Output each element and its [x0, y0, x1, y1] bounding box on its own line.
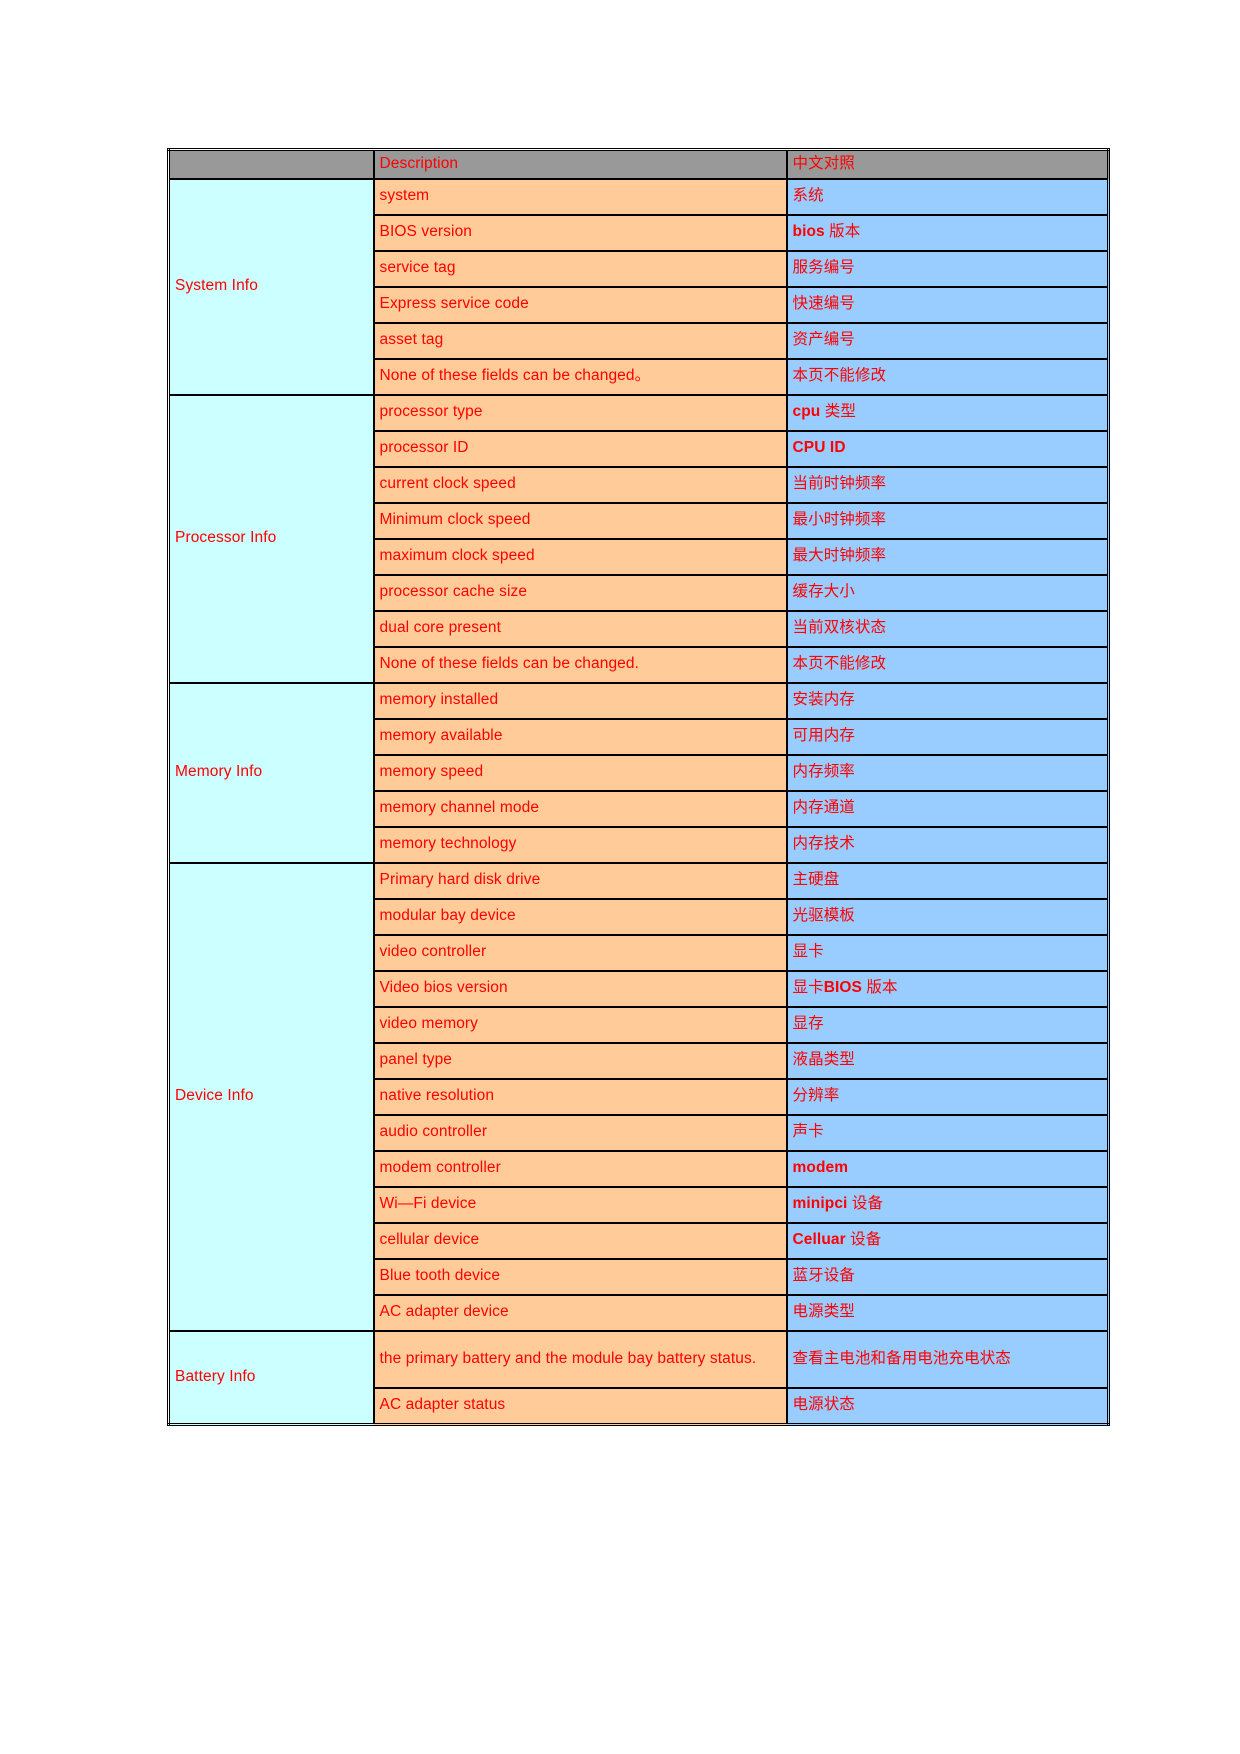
chinese-translation-cell: modem: [785, 1150, 1110, 1188]
latin-term: modem: [792, 1159, 849, 1177]
category-cell: Processor Info: [167, 394, 375, 684]
description-cell: None of these fields can be changed。: [372, 358, 788, 396]
table-row: Processor Info processor type cpu 类型: [167, 394, 1110, 684]
chinese-translation-cell: 快速编号: [785, 286, 1110, 324]
chinese-translation-cell: 最小时钟频率: [785, 502, 1110, 540]
chinese-translation-cell: 内存通道: [785, 790, 1110, 828]
chinese-translation-cell: 显卡: [785, 934, 1110, 972]
latin-term: CPU ID: [792, 439, 846, 457]
description-cell: Express service code: [372, 286, 788, 324]
latin-term: BIOS: [823, 979, 862, 997]
description-cell: audio controller: [372, 1114, 788, 1152]
chinese-translation-cell: 安装内存: [785, 682, 1110, 720]
chinese-translation-cell: CPU ID: [785, 430, 1110, 468]
bios-info-table-wrapper: Description 中文对照 System Info system 系统 BIOS v…: [167, 148, 1110, 1426]
chinese-translation-cell: 电源状态: [785, 1387, 1110, 1426]
description-cell: Primary hard disk drive: [372, 862, 788, 900]
description-cell: modular bay device: [372, 898, 788, 936]
description-cell: modem controller: [372, 1150, 788, 1188]
description-cell: None of these fields can be changed.: [372, 646, 788, 684]
description-cell: maximum clock speed: [372, 538, 788, 576]
chinese-translation-cell: 显存: [785, 1006, 1110, 1044]
description-cell: Video bios version: [372, 970, 788, 1008]
document-page: Description 中文对照 System Info system 系统 BIOS v…: [0, 0, 1240, 1754]
chinese-translation-cell: minipci 设备: [785, 1186, 1110, 1224]
description-cell: video controller: [372, 934, 788, 972]
chinese-translation-cell: 本页不能修改: [785, 646, 1110, 684]
description-cell: native resolution: [372, 1078, 788, 1116]
chinese-translation-cell: 本页不能修改: [785, 358, 1110, 396]
latin-term: bios: [792, 223, 825, 241]
description-cell: memory installed: [372, 682, 788, 720]
table-row: System Info system 系统: [167, 178, 1110, 396]
latin-term: Celluar: [792, 1231, 846, 1249]
chinese-translation-cell: 可用内存: [785, 718, 1110, 756]
chinese-translation-cell: 缓存大小: [785, 574, 1110, 612]
category-cell: Device Info: [167, 862, 375, 1332]
description-cell: video memory: [372, 1006, 788, 1044]
bios-info-table: Description 中文对照 System Info system 系统 BIOS v…: [167, 148, 1110, 1426]
latin-term: minipci: [792, 1195, 848, 1213]
description-cell: the primary battery and the module bay b…: [372, 1330, 788, 1389]
table-header-row: Description 中文对照: [167, 148, 1110, 180]
chinese-translation-cell: 服务编号: [785, 250, 1110, 288]
table-row: Memory Info memory installed 安装内存: [167, 682, 1110, 864]
table-row: Device Info Primary hard disk drive 主硬盘: [167, 862, 1110, 1332]
latin-term: cpu: [792, 403, 821, 421]
description-cell: asset tag: [372, 322, 788, 360]
chinese-translation-cell: 当前双核状态: [785, 610, 1110, 648]
description-cell: Blue tooth device: [372, 1258, 788, 1296]
chinese-translation-cell: 蓝牙设备: [785, 1258, 1110, 1296]
description-cell: panel type: [372, 1042, 788, 1080]
chinese-translation-cell: bios 版本: [785, 214, 1110, 252]
description-cell: service tag: [372, 250, 788, 288]
description-cell: dual core present: [372, 610, 788, 648]
description-cell: current clock speed: [372, 466, 788, 504]
category-cell: System Info: [167, 178, 375, 396]
chinese-translation-cell: 显卡BIOS 版本: [785, 970, 1110, 1008]
header-cell-blank: [167, 148, 375, 180]
chinese-translation-cell: 内存技术: [785, 826, 1110, 864]
chinese-translation-cell: 当前时钟频率: [785, 466, 1110, 504]
description-cell: memory speed: [372, 754, 788, 792]
chinese-translation-cell: 光驱模板: [785, 898, 1110, 936]
chinese-translation-cell: 查看主电池和备用电池充电状态: [785, 1330, 1110, 1389]
table-row: Battery Info the primary battery and the …: [167, 1330, 1110, 1426]
description-cell: AC adapter status: [372, 1387, 788, 1426]
chinese-translation-cell: 液晶类型: [785, 1042, 1110, 1080]
chinese-translation-cell: 最大时钟频率: [785, 538, 1110, 576]
header-cell-description: Description: [372, 148, 788, 180]
description-cell: memory technology: [372, 826, 788, 864]
chinese-translation-cell: 主硬盘: [785, 862, 1110, 900]
description-cell: processor cache size: [372, 574, 788, 612]
description-cell: processor type: [372, 394, 788, 432]
description-cell: system: [372, 178, 788, 216]
category-cell: Memory Info: [167, 682, 375, 864]
description-cell: AC adapter device: [372, 1294, 788, 1332]
header-cell-chinese: 中文对照: [785, 148, 1110, 180]
chinese-translation-cell: 声卡: [785, 1114, 1110, 1152]
description-cell: memory channel mode: [372, 790, 788, 828]
description-cell: processor ID: [372, 430, 788, 468]
chinese-translation-cell: 资产编号: [785, 322, 1110, 360]
description-cell: BIOS version: [372, 214, 788, 252]
chinese-translation-cell: cpu 类型: [785, 394, 1110, 432]
chinese-translation-cell: 电源类型: [785, 1294, 1110, 1332]
chinese-translation-cell: 内存频率: [785, 754, 1110, 792]
chinese-translation-cell: 分辨率: [785, 1078, 1110, 1116]
category-cell: Battery Info: [167, 1330, 375, 1426]
chinese-translation-cell: Celluar 设备: [785, 1222, 1110, 1260]
description-cell: Wi—Fi device: [372, 1186, 788, 1224]
description-cell: Minimum clock speed: [372, 502, 788, 540]
description-cell: cellular device: [372, 1222, 788, 1260]
chinese-translation-cell: 系统: [785, 178, 1110, 216]
description-cell: memory available: [372, 718, 788, 756]
